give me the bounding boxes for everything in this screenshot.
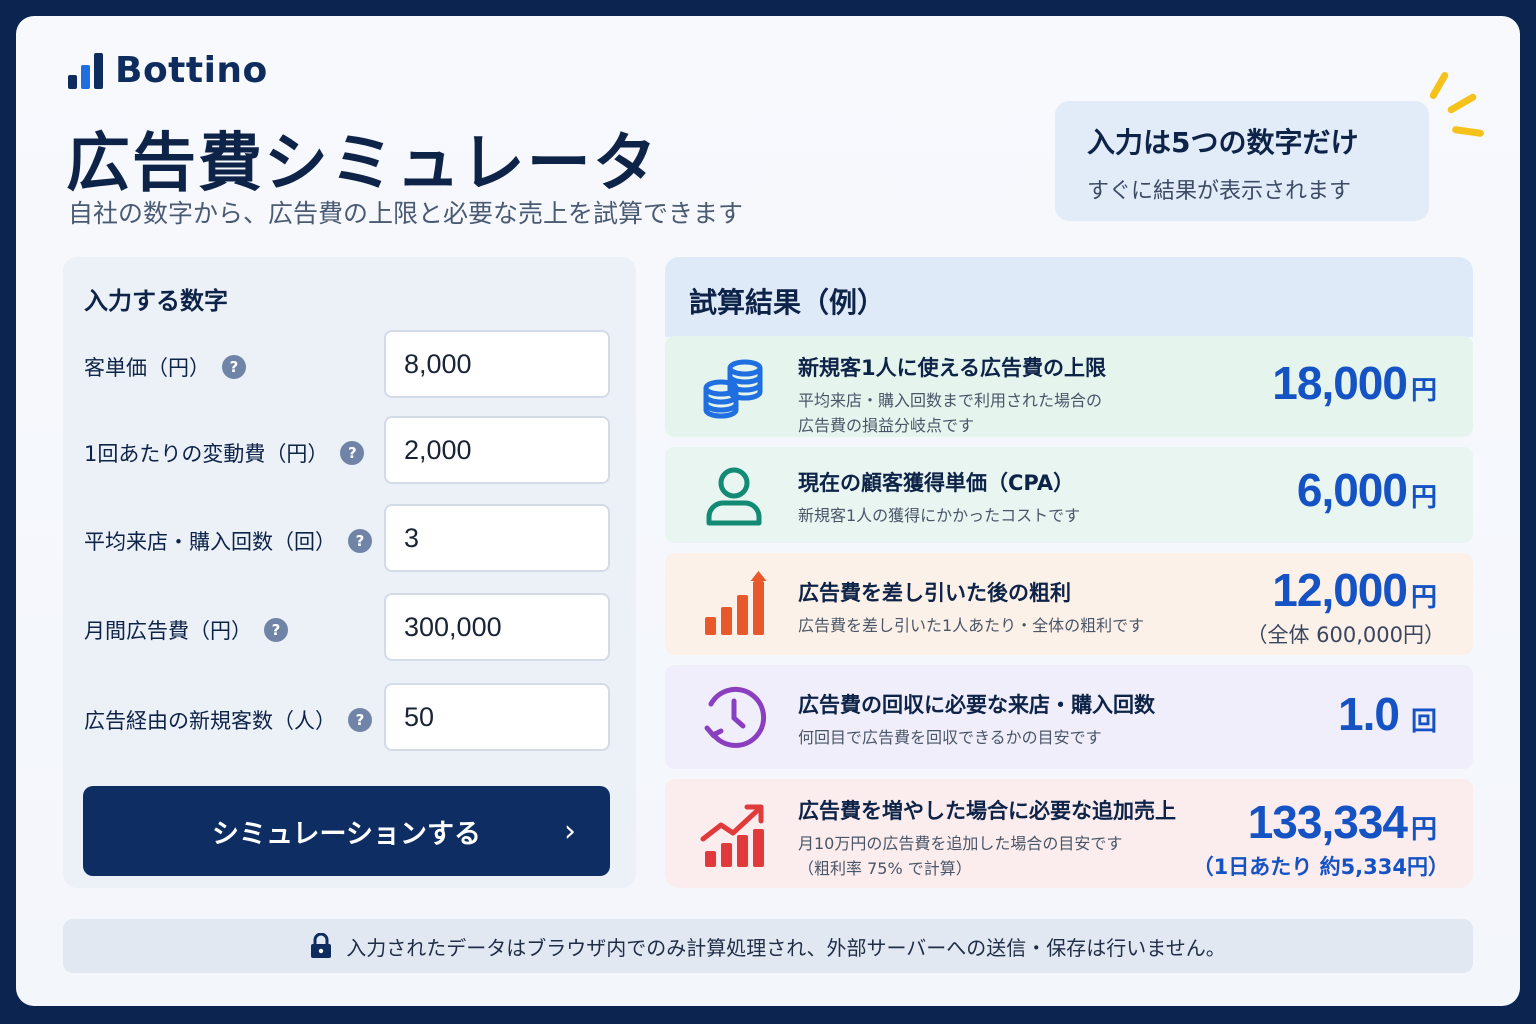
simulate-button-label: シミュレーションする	[212, 818, 481, 850]
page-subtitle: 自社の数字から、広告費の上限と必要な売上を試算できます	[68, 199, 744, 228]
privacy-notice: 入力されたデータはブラウザ内でのみ計算処理され、外部サーバーへの送信・保存は行い…	[63, 919, 1473, 973]
result-item: 広告費を増やした場合に必要な追加売上 月10万円の広告費を追加した場合の目安です…	[665, 779, 1473, 888]
field-unit-price: 客単価（円） ?	[63, 330, 636, 400]
bar-chart-icon	[705, 571, 767, 635]
result-item: 新規客1人に使える広告費の上限 平均来店・購入回数まで利用された場合の 広告費の…	[665, 336, 1473, 437]
result-description: （粗利率 75% で計算）	[798, 859, 972, 878]
field-label: 月間広告費（円）	[84, 619, 252, 643]
result-value: 6,000	[1296, 464, 1408, 516]
lock-icon	[311, 933, 332, 958]
result-description: 広告費を差し引いた1人あたり・全体の粗利です	[798, 616, 1145, 635]
field-label: 広告経由の新規客数（人）	[84, 709, 336, 733]
result-extra: （1日あたり 約5,334円）	[1192, 855, 1449, 879]
result-item: 現在の顧客獲得単価（CPA） 新規客1人の獲得にかかったコストです 6,000 円	[665, 447, 1473, 543]
input-panel-title: 入力する数字	[84, 287, 228, 315]
privacy-notice-text: 入力されたデータはブラウザ内でのみ計算処理され、外部サーバーへの送信・保存は行い…	[346, 935, 1226, 960]
result-unit: 回	[1410, 707, 1437, 737]
result-item: 広告費を差し引いた後の粗利 広告費を差し引いた1人あたり・全体の粗利です 12,…	[665, 553, 1473, 655]
result-description: 平均来店・購入回数まで利用された場合の	[798, 391, 1103, 410]
brand-name: Bottino	[115, 50, 268, 91]
coins-icon	[703, 359, 763, 419]
result-unit: 円	[1410, 483, 1437, 513]
callout-title: 入力は5つの数字だけ	[1087, 126, 1359, 159]
monthly-ad-cost-input[interactable]	[384, 593, 610, 661]
logo-bars-icon	[68, 52, 103, 89]
result-unit: 円	[1410, 376, 1437, 406]
user-icon	[706, 467, 762, 526]
field-variable-cost: 1回あたりの変動費（円） ?	[63, 416, 636, 486]
info-callout: 入力は5つの数字だけ すぐに結果が表示されます	[1055, 101, 1429, 221]
result-value: 133,334	[1247, 796, 1408, 848]
help-icon[interactable]: ?	[348, 529, 372, 553]
page-title: 広告費シミュレータ	[66, 127, 659, 201]
result-value: 18,000	[1272, 357, 1408, 409]
result-title: 広告費を差し引いた後の粗利	[798, 581, 1071, 605]
field-monthly-ad-cost: 月間広告費（円） ?	[63, 593, 636, 663]
result-value: 12,000	[1272, 564, 1408, 616]
variable-cost-input[interactable]	[384, 416, 610, 484]
growth-chart-icon	[700, 804, 764, 867]
result-panel-title: 試算結果（例）	[689, 286, 886, 319]
result-title: 広告費を増やした場合に必要な追加売上	[798, 799, 1176, 823]
help-icon[interactable]: ?	[348, 708, 372, 732]
result-panel: 試算結果（例） 新規客1人に使える広告費の上限 平均来店・購入回数まで利用された…	[665, 257, 1473, 888]
field-visit-count: 平均来店・購入回数（回） ?	[63, 504, 636, 574]
result-description: 新規客1人の獲得にかかったコストです	[798, 506, 1081, 525]
result-item: 広告費の回収に必要な来店・購入回数 何回目で広告費を回収できるかの目安です 1.…	[665, 665, 1473, 769]
result-unit: 円	[1410, 815, 1437, 845]
result-description: 月10万円の広告費を追加した場合の目安です	[798, 834, 1123, 853]
unit-price-input[interactable]	[384, 330, 610, 398]
result-unit: 円	[1410, 583, 1437, 613]
new-customers-input[interactable]	[384, 683, 610, 751]
clock-icon	[704, 686, 767, 748]
chevron-right-icon: ›	[564, 814, 576, 849]
field-new-customers: 広告経由の新規客数（人） ?	[63, 683, 636, 753]
help-icon[interactable]: ?	[264, 618, 288, 642]
result-title: 現在の顧客獲得単価（CPA）	[798, 471, 1075, 495]
visit-count-input[interactable]	[384, 504, 610, 572]
app-card: Bottino 広告費シミュレータ 自社の数字から、広告費の上限と必要な売上を試…	[16, 16, 1520, 1006]
help-icon[interactable]: ?	[222, 355, 246, 379]
brand-logo: Bottino	[68, 50, 268, 91]
field-label: 客単価（円）	[84, 356, 210, 380]
callout-subtitle: すぐに結果が表示されます	[1087, 179, 1352, 204]
result-extra: （全体 600,000円）	[1246, 623, 1445, 647]
result-title: 広告費の回収に必要な来店・購入回数	[798, 693, 1155, 717]
simulate-button[interactable]: シミュレーションする ›	[83, 786, 610, 876]
result-title: 新規客1人に使える広告費の上限	[798, 356, 1106, 380]
result-description: 広告費の損益分岐点です	[798, 416, 975, 435]
field-label: 平均来店・購入回数（回）	[84, 530, 336, 554]
field-label: 1回あたりの変動費（円）	[84, 442, 329, 466]
result-value: 1.0	[1338, 688, 1400, 740]
input-panel: 入力する数字 客単価（円） ? 1回あたりの変動費（円） ? 平均来店・購入回数…	[63, 257, 636, 888]
result-description: 何回目で広告費を回収できるかの目安です	[798, 728, 1102, 747]
help-icon[interactable]: ?	[340, 441, 365, 465]
